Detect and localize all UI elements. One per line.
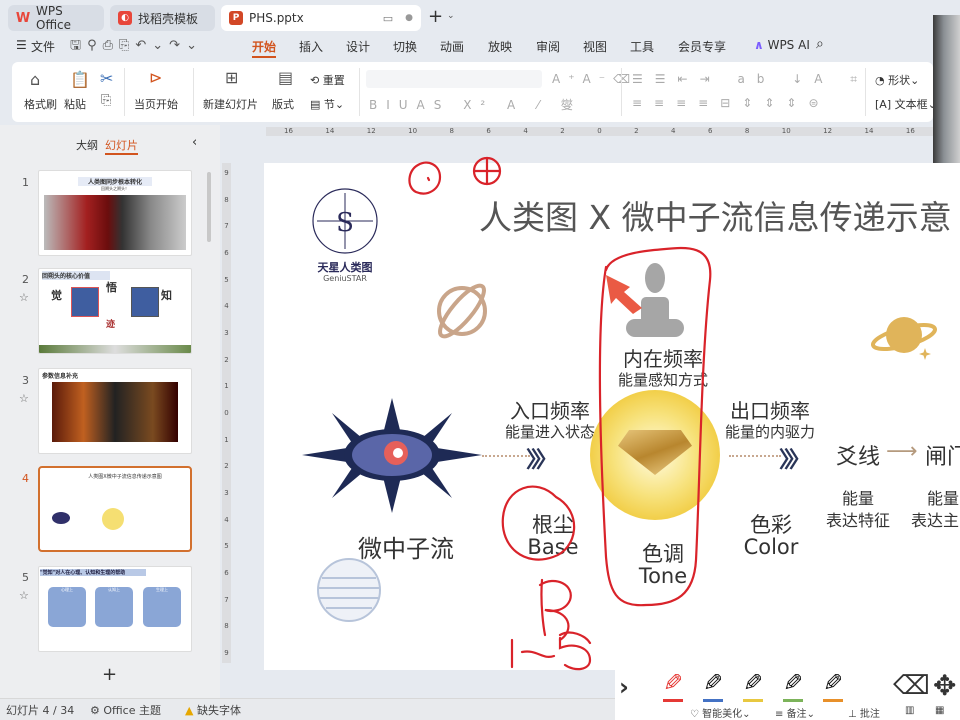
pen-icon[interactable]: ✎	[700, 669, 726, 709]
collapse-toolbar-icon[interactable]: ›	[619, 673, 629, 701]
notes-button[interactable]: ≡ 备注⌄	[775, 705, 815, 720]
normal-view-icon[interactable]: ▥	[905, 705, 914, 716]
pointer-arrow-icon	[606, 275, 642, 314]
missing-font-button[interactable]: ▲ 缺失字体	[185, 702, 241, 718]
pen-icon[interactable]: ✎	[820, 669, 846, 709]
comment-button[interactable]: ⊥ 批注	[848, 705, 880, 720]
beautify-button[interactable]: ♡ 智能美化⌄	[690, 705, 751, 720]
move-icon[interactable]: ✥	[933, 669, 956, 702]
pen-icon[interactable]: ✎	[660, 669, 686, 709]
pen-icon[interactable]: ✎	[740, 669, 766, 709]
pen-icon[interactable]: ✎	[780, 669, 806, 709]
theme-label[interactable]: ⚙ Office 主题	[90, 702, 161, 718]
sorter-view-icon[interactable]: ▦	[935, 705, 944, 716]
eraser-icon[interactable]: ⌫	[893, 671, 930, 701]
warning-icon: ▲	[185, 704, 194, 717]
slide-counter: 幻灯片 4 / 34	[6, 704, 75, 717]
ink-annotations	[408, 156, 712, 671]
